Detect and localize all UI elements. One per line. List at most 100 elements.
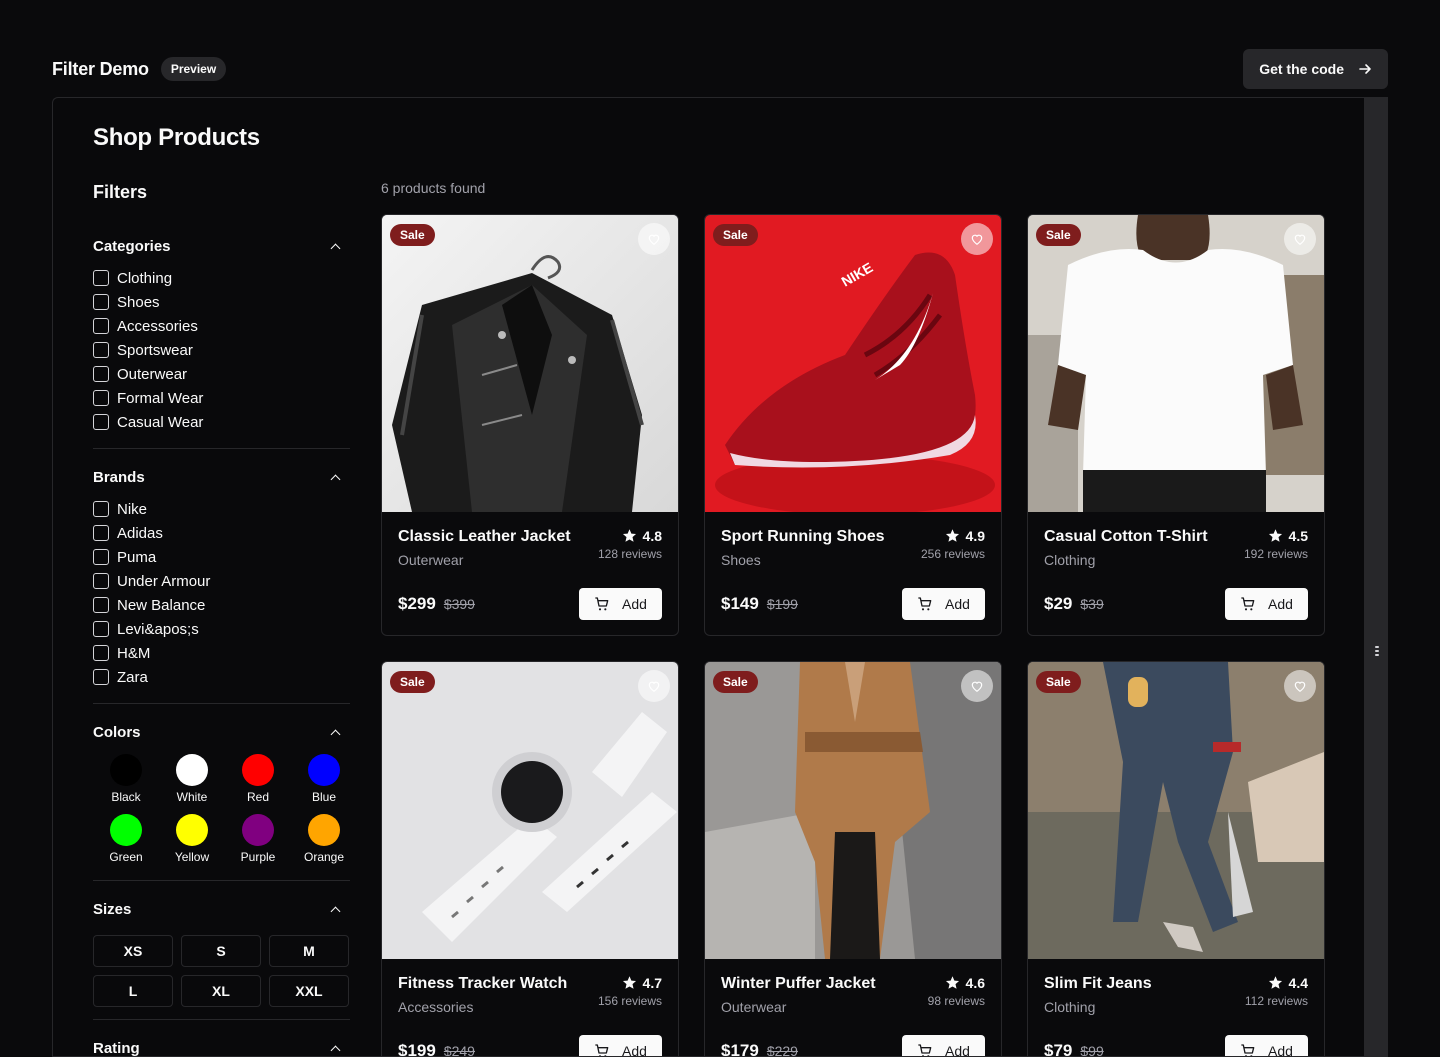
checkbox-label: Puma bbox=[117, 548, 157, 566]
color-option-green[interactable]: Green bbox=[93, 814, 159, 864]
sale-badge: Sale bbox=[713, 671, 758, 693]
checkbox[interactable] bbox=[93, 414, 109, 430]
heart-icon[interactable] bbox=[1284, 670, 1316, 702]
size-option-xl[interactable]: XL bbox=[181, 975, 261, 1007]
size-option-s[interactable]: S bbox=[181, 935, 261, 967]
chevron-up-icon bbox=[330, 472, 340, 482]
checkbox[interactable] bbox=[93, 645, 109, 661]
price-group: $29 $39 bbox=[1044, 594, 1104, 614]
color-option-blue[interactable]: Blue bbox=[291, 754, 357, 804]
brands-option-zara[interactable]: Zara bbox=[93, 665, 350, 689]
checkbox[interactable] bbox=[93, 294, 109, 310]
sizes-header[interactable]: Sizes bbox=[93, 899, 350, 919]
color-swatch[interactable] bbox=[242, 814, 274, 846]
checkbox[interactable] bbox=[93, 549, 109, 565]
size-option-m[interactable]: M bbox=[269, 935, 349, 967]
brands-option-puma[interactable]: Puma bbox=[93, 545, 350, 569]
size-option-xxl[interactable]: XXL bbox=[269, 975, 349, 1007]
add-to-cart-button[interactable]: Add bbox=[579, 1035, 662, 1056]
color-option-yellow[interactable]: Yellow bbox=[159, 814, 225, 864]
brands-option-adidas[interactable]: Adidas bbox=[93, 521, 350, 545]
checkbox[interactable] bbox=[93, 390, 109, 406]
price-row: $179 $229 Add bbox=[721, 1035, 985, 1056]
brands-option-under-armour[interactable]: Under Armour bbox=[93, 569, 350, 593]
product-card[interactable]: Sale Classic Leather Jacket Outerwear 4.8 12… bbox=[381, 214, 679, 636]
size-option-xs[interactable]: XS bbox=[93, 935, 173, 967]
product-image[interactable]: Sale bbox=[1028, 662, 1324, 959]
add-to-cart-button[interactable]: Add bbox=[1225, 1035, 1308, 1056]
get-code-button[interactable]: Get the code bbox=[1243, 49, 1388, 89]
brands-option-levi-s[interactable]: Levi&apos;s bbox=[93, 617, 350, 641]
product-card[interactable]: Sale Slim Fit Jeans Clothing 4.4 112 reviews… bbox=[1027, 661, 1325, 1056]
rating-header[interactable]: Rating bbox=[93, 1038, 350, 1057]
brands-option-h-m[interactable]: H&M bbox=[93, 641, 350, 665]
original-price: $249 bbox=[443, 1043, 475, 1057]
checkbox[interactable] bbox=[93, 597, 109, 613]
product-card[interactable]: Sale Winter Puffer Jacket Outerwear 4.6 98 r… bbox=[704, 661, 1002, 1056]
brands-option-new-balance[interactable]: New Balance bbox=[93, 593, 350, 617]
product-image[interactable]: Sale bbox=[1028, 215, 1324, 512]
brands-header[interactable]: Brands bbox=[93, 467, 350, 487]
categories-option-outerwear[interactable]: Outerwear bbox=[93, 362, 350, 386]
categories-option-casual-wear[interactable]: Casual Wear bbox=[93, 410, 350, 434]
add-to-cart-button[interactable]: Add bbox=[902, 1035, 985, 1056]
checkbox[interactable] bbox=[93, 318, 109, 334]
color-option-black[interactable]: Black bbox=[93, 754, 159, 804]
add-to-cart-button[interactable]: Add bbox=[579, 588, 662, 620]
colors-header[interactable]: Colors bbox=[93, 722, 350, 742]
price-group: $179 $229 bbox=[721, 1041, 798, 1056]
color-swatch[interactable] bbox=[176, 754, 208, 786]
color-swatch[interactable] bbox=[308, 814, 340, 846]
product-card[interactable]: NIKE Sale Sport Running Shoes Shoes 4.9 256 … bbox=[704, 214, 1002, 636]
checkbox[interactable] bbox=[93, 525, 109, 541]
product-card[interactable]: Sale Fitness Tracker Watch Accessories 4.7 1… bbox=[381, 661, 679, 1057]
color-option-red[interactable]: Red bbox=[225, 754, 291, 804]
heart-icon[interactable] bbox=[1284, 223, 1316, 255]
heart-icon[interactable] bbox=[961, 223, 993, 255]
add-to-cart-button[interactable]: Add bbox=[1225, 588, 1308, 620]
color-option-purple[interactable]: Purple bbox=[225, 814, 291, 864]
page-title: Shop Products bbox=[93, 124, 260, 151]
heart-icon[interactable] bbox=[638, 670, 670, 702]
categories-option-formal-wear[interactable]: Formal Wear bbox=[93, 386, 350, 410]
categories-header[interactable]: Categories bbox=[93, 236, 350, 256]
price-group: $199 $249 bbox=[398, 1041, 475, 1057]
size-option-l[interactable]: L bbox=[93, 975, 173, 1007]
categories-option-clothing[interactable]: Clothing bbox=[93, 266, 350, 290]
review-count: 112 reviews bbox=[1244, 994, 1308, 1008]
brands-option-nike[interactable]: Nike bbox=[93, 497, 350, 521]
checkbox[interactable] bbox=[93, 669, 109, 685]
color-swatch[interactable] bbox=[176, 814, 208, 846]
star-icon bbox=[622, 975, 643, 991]
heart-icon[interactable] bbox=[638, 223, 670, 255]
product-image[interactable]: Sale bbox=[705, 662, 1001, 959]
checkbox[interactable] bbox=[93, 573, 109, 589]
current-price: $199 bbox=[398, 1041, 436, 1057]
color-option-orange[interactable]: Orange bbox=[291, 814, 357, 864]
categories-option-accessories[interactable]: Accessories bbox=[93, 314, 350, 338]
product-image[interactable]: NIKE Sale bbox=[705, 215, 1001, 512]
checkbox[interactable] bbox=[93, 342, 109, 358]
checkbox-label: Under Armour bbox=[117, 572, 211, 590]
color-swatch[interactable] bbox=[308, 754, 340, 786]
categories-section: Categories Clothing Shoes Accessories Sport… bbox=[93, 236, 350, 449]
checkbox[interactable] bbox=[93, 501, 109, 517]
color-option-white[interactable]: White bbox=[159, 754, 225, 804]
checkbox[interactable] bbox=[93, 270, 109, 286]
checkbox-label: Sportswear bbox=[117, 341, 193, 359]
resize-handle[interactable] bbox=[1364, 98, 1388, 1056]
color-swatch[interactable] bbox=[110, 754, 142, 786]
product-image[interactable]: Sale bbox=[382, 662, 678, 959]
add-to-cart-button[interactable]: Add bbox=[902, 588, 985, 620]
categories-option-shoes[interactable]: Shoes bbox=[93, 290, 350, 314]
brands-list: Nike Adidas Puma Under Armour New Balance Lev… bbox=[93, 497, 350, 689]
rating-section: Rating bbox=[93, 1020, 350, 1057]
product-card[interactable]: Sale Casual Cotton T-Shirt Clothing 4.5 192 … bbox=[1027, 214, 1325, 636]
checkbox[interactable] bbox=[93, 621, 109, 637]
categories-option-sportswear[interactable]: Sportswear bbox=[93, 338, 350, 362]
checkbox[interactable] bbox=[93, 366, 109, 382]
color-swatch[interactable] bbox=[242, 754, 274, 786]
heart-icon[interactable] bbox=[961, 670, 993, 702]
color-swatch[interactable] bbox=[110, 814, 142, 846]
product-image[interactable]: Sale bbox=[382, 215, 678, 512]
